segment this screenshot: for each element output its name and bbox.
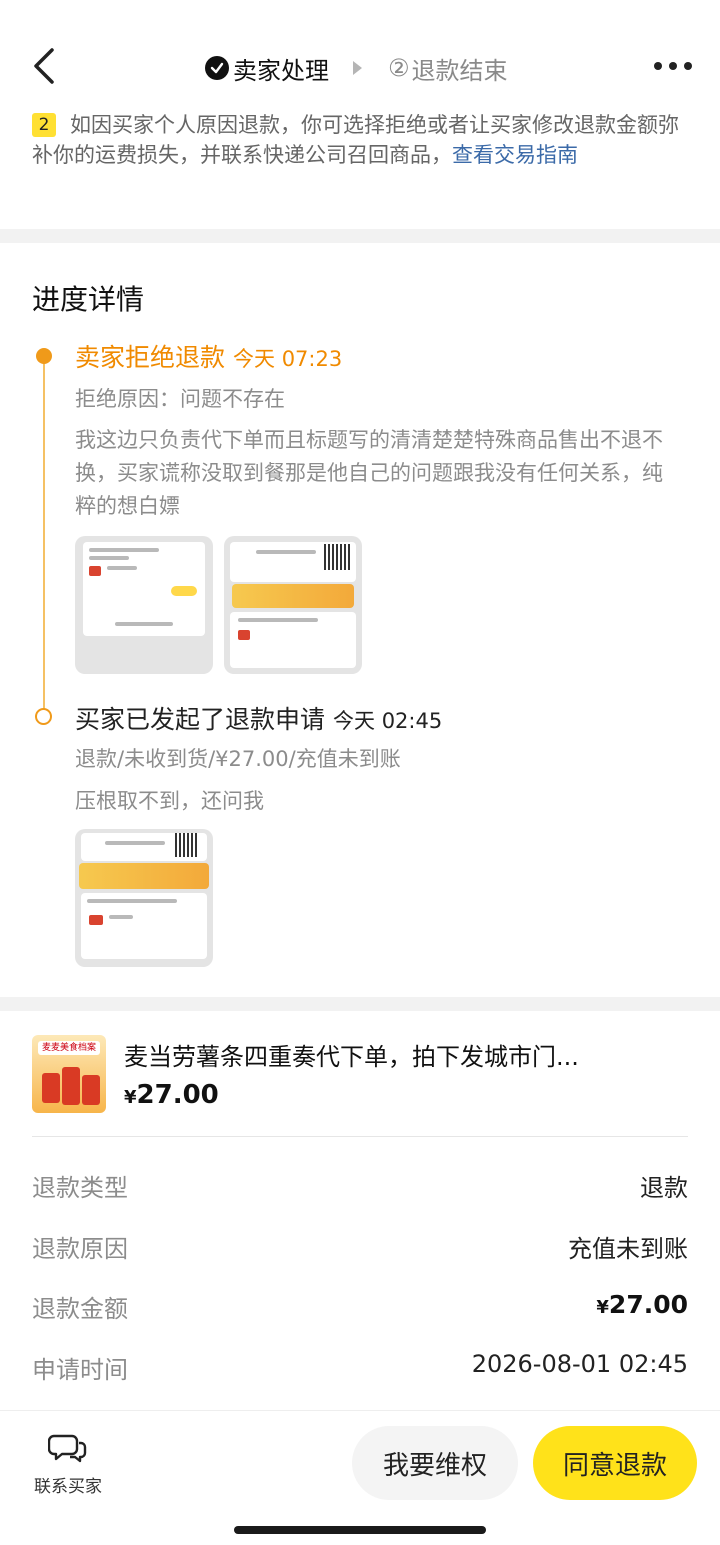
product-price: ¥27.00 bbox=[124, 1080, 219, 1110]
evidence-image[interactable] bbox=[75, 829, 213, 967]
event-reason: 退款/未收到货/¥27.00/充值未到账 bbox=[75, 747, 401, 771]
refund-steps: 卖家处理 ② 退款结束 bbox=[205, 48, 508, 88]
trade-guide-link[interactable]: 查看交易指南 bbox=[452, 143, 578, 167]
tip-number-badge: 2 bbox=[32, 113, 56, 137]
contact-buyer-button[interactable]: 联系买家 bbox=[30, 1432, 106, 1497]
event-title: 卖家拒绝退款 今天 07:23 bbox=[75, 338, 342, 374]
step1-label: 卖家处理 bbox=[233, 56, 329, 85]
step2-number: ② bbox=[388, 54, 410, 82]
section-divider bbox=[0, 229, 720, 243]
event-description: 我这边只负责代下单而且标题写的清清楚楚特殊商品售出不退不换，买家谎称没取到餐那是… bbox=[75, 428, 663, 518]
chat-bubble-icon bbox=[30, 1432, 106, 1468]
refund-reason-label: 退款原因 bbox=[32, 1235, 128, 1263]
refund-amount-value: ¥27.00 bbox=[596, 1290, 688, 1319]
progress-title: 进度详情 bbox=[32, 283, 145, 316]
event-title: 买家已发起了退款申请 今天 02:45 bbox=[75, 700, 442, 736]
step2-label: 退款结束 bbox=[411, 56, 508, 85]
apply-time-label: 申请时间 bbox=[32, 1356, 128, 1384]
refund-reason-value: 充值未到账 bbox=[568, 1235, 688, 1263]
product-image-label: 麦麦美食档案 bbox=[38, 1041, 100, 1055]
rights-button[interactable]: 我要维权 bbox=[352, 1426, 518, 1500]
event-title-text: 买家已发起了退款申请 bbox=[75, 705, 326, 734]
more-options-icon[interactable] bbox=[654, 62, 692, 70]
section-divider bbox=[0, 997, 720, 1011]
evidence-image[interactable] bbox=[224, 536, 362, 674]
timeline-line bbox=[43, 358, 45, 716]
refund-type-value: 退款 bbox=[640, 1174, 688, 1202]
apply-time-value: 2026-08-01 02:45 bbox=[471, 1350, 688, 1378]
back-arrow-icon[interactable] bbox=[30, 46, 62, 86]
event-time: 今天 02:45 bbox=[333, 709, 443, 733]
step-arrow-icon bbox=[353, 61, 362, 75]
check-circle-icon bbox=[205, 56, 229, 80]
timeline-dot-current bbox=[36, 348, 52, 364]
amount-symbol: ¥ bbox=[596, 1297, 609, 1318]
price-value: 27.00 bbox=[136, 1080, 219, 1110]
product-image[interactable]: 麦麦美食档案 bbox=[32, 1035, 106, 1113]
step-refund-end: ② 退款结束 bbox=[388, 51, 508, 86]
product-title[interactable]: 麦当劳薯条四重奏代下单，拍下发城市门... bbox=[124, 1037, 684, 1072]
top-bar: 卖家处理 ② 退款结束 bbox=[0, 0, 720, 110]
event-title-text: 卖家拒绝退款 bbox=[75, 343, 226, 372]
tip-text: 如因买家个人原因退款，你可选择拒绝或者让买家修改退款金额弥补你的运费损失，并联系… bbox=[32, 113, 679, 167]
refund-tip: 2 如因买家个人原因退款，你可选择拒绝或者让买家修改退款金额弥补你的运费损失，并联… bbox=[32, 110, 682, 170]
evidence-image[interactable] bbox=[75, 536, 213, 674]
agree-refund-button[interactable]: 同意退款 bbox=[533, 1426, 697, 1500]
price-symbol: ¥ bbox=[124, 1087, 137, 1108]
amount-number: 27.00 bbox=[608, 1290, 688, 1319]
step-seller-processing: 卖家处理 bbox=[205, 51, 329, 86]
event-time: 今天 07:23 bbox=[233, 347, 343, 371]
refund-amount-label: 退款金额 bbox=[32, 1295, 128, 1323]
refund-type-label: 退款类型 bbox=[32, 1174, 128, 1202]
timeline-dot-past bbox=[35, 708, 52, 725]
contact-buyer-label: 联系买家 bbox=[34, 1477, 102, 1497]
event-description: 压根取不到，还问我 bbox=[75, 789, 264, 813]
home-indicator bbox=[234, 1526, 486, 1534]
divider bbox=[32, 1136, 688, 1137]
bottom-bar-separator bbox=[0, 1410, 720, 1411]
event-reason: 拒绝原因：问题不存在 bbox=[75, 387, 285, 411]
